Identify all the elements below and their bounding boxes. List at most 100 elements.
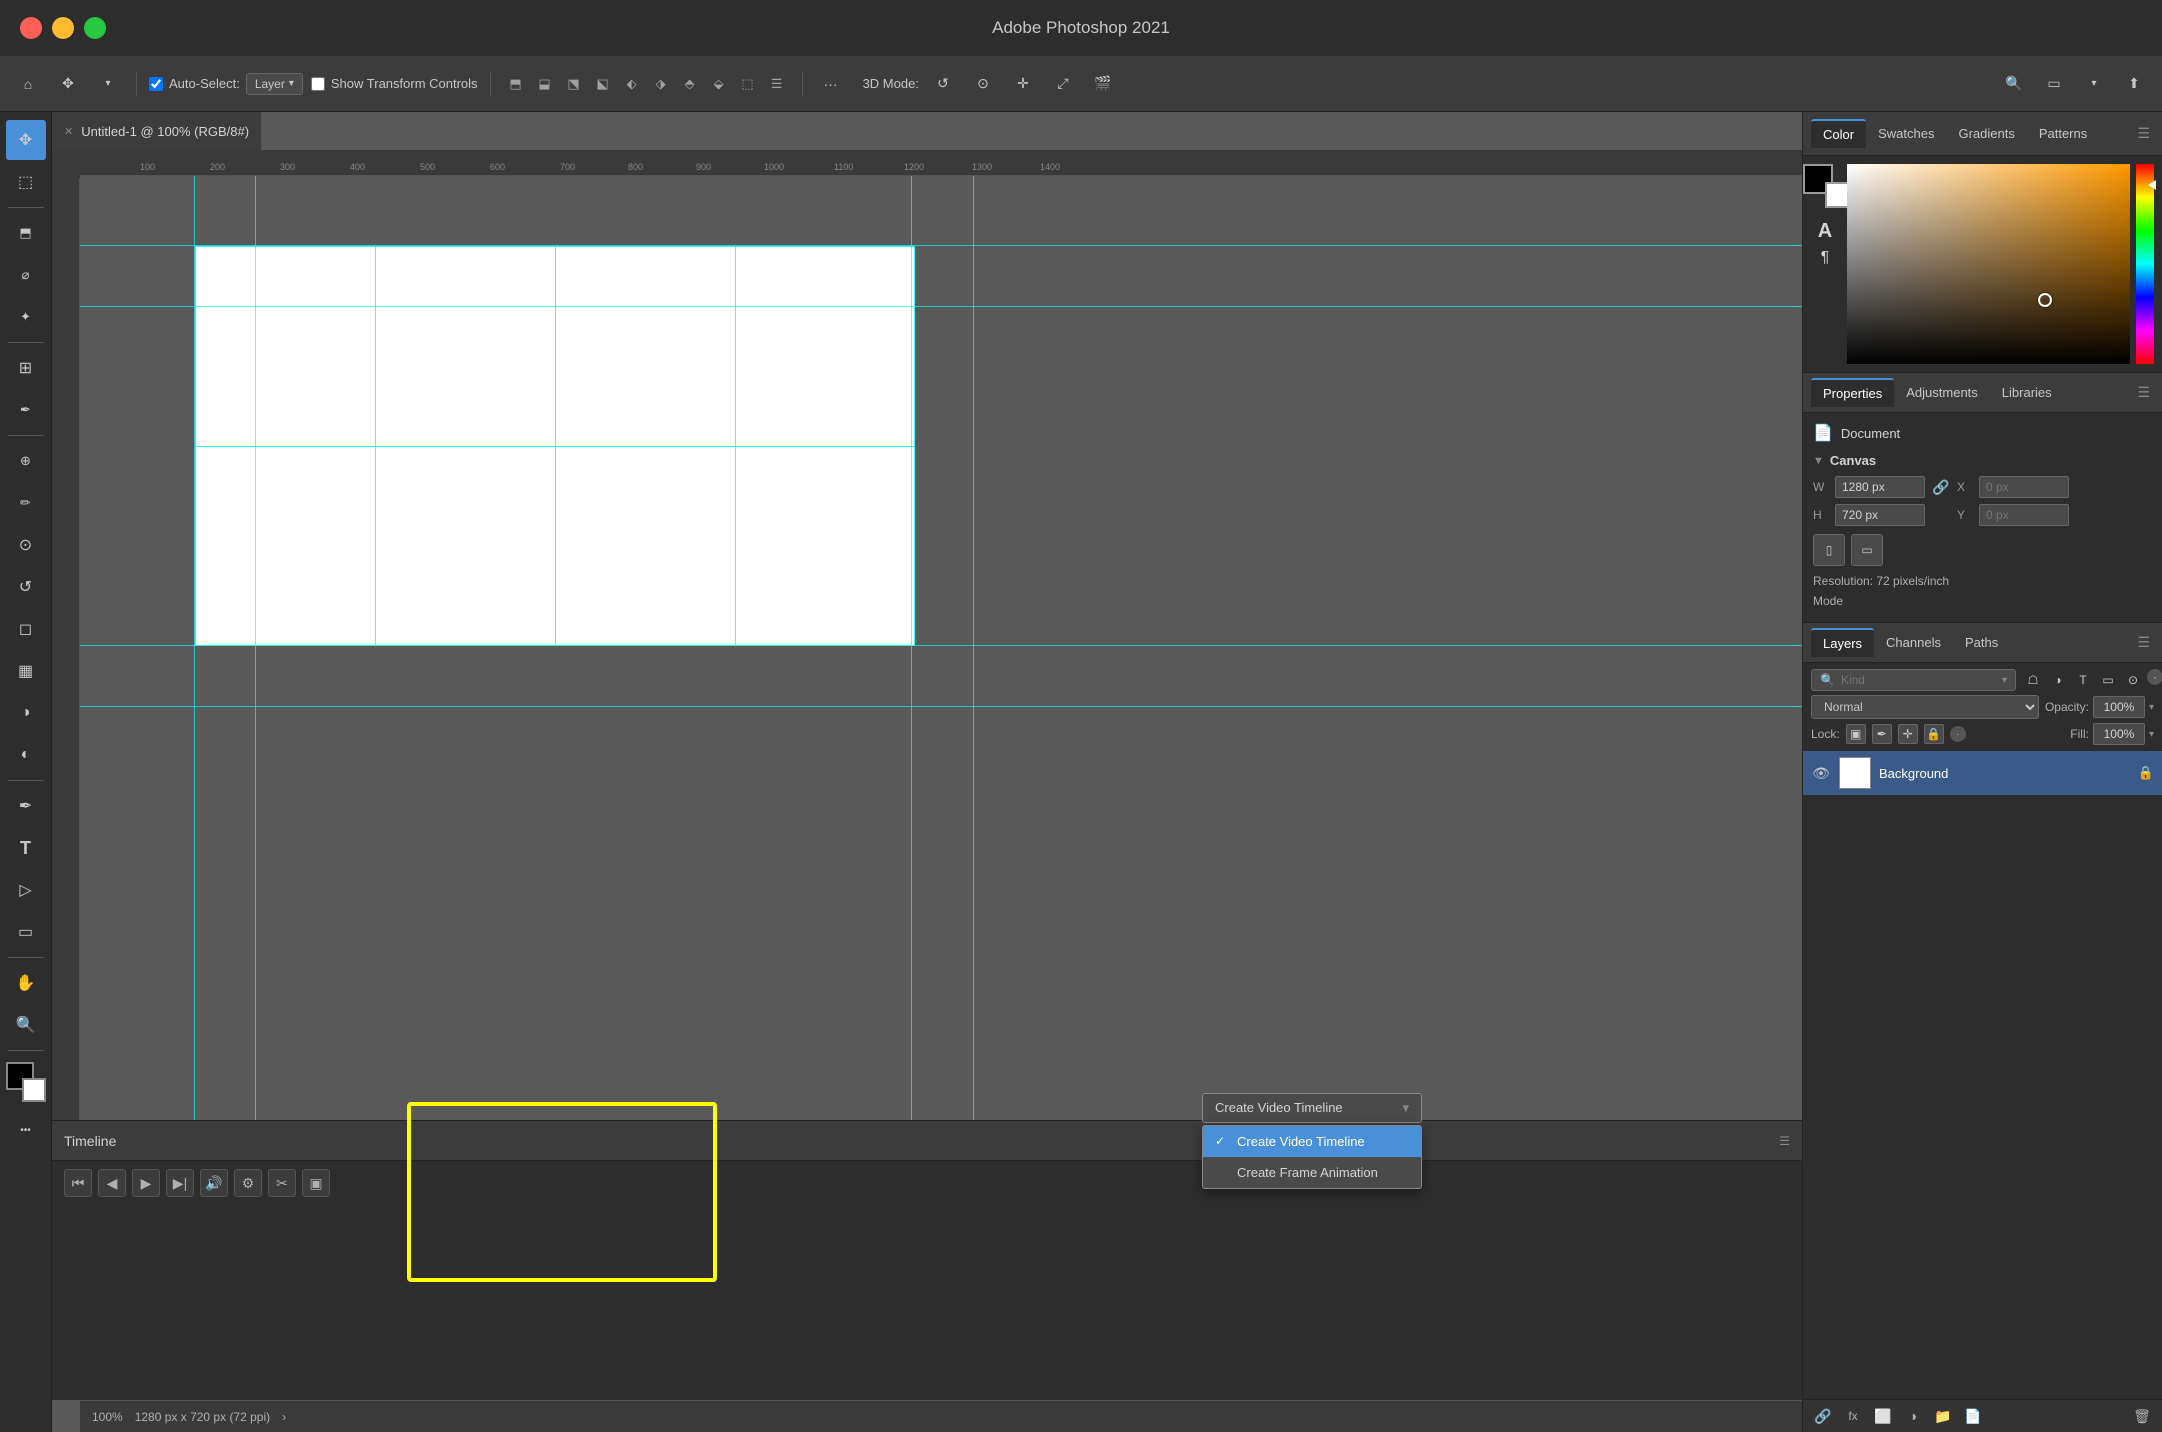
tab-channels[interactable]: Channels — [1874, 629, 1953, 656]
crop-tool[interactable]: ⊞ — [6, 348, 46, 388]
move-tool[interactable]: ✥ — [6, 120, 46, 160]
fill-arrow[interactable]: ▾ — [2149, 729, 2154, 740]
pixel-filter-icon[interactable]: ☖ — [2022, 669, 2044, 691]
create-video-timeline-button[interactable]: Create Video Timeline ▾ — [1202, 1093, 1422, 1123]
tab-adjustments[interactable]: Adjustments — [1894, 379, 1990, 406]
dropdown-chevron-icon[interactable]: ▾ — [1402, 1100, 1409, 1116]
path-select-tool[interactable]: ▷ — [6, 870, 46, 910]
dodge-tool[interactable]: ◐ — [6, 735, 46, 775]
workspace-arrow[interactable]: ▾ — [2078, 68, 2110, 100]
width-input[interactable] — [1835, 476, 1925, 498]
y-input[interactable] — [1979, 504, 2069, 526]
settings-button[interactable]: ⚙ — [234, 1169, 262, 1197]
color-panel-menu[interactable]: ☰ — [2133, 121, 2154, 146]
eyedropper-tool[interactable]: ✒ — [6, 390, 46, 430]
3d-rotate[interactable]: ↺ — [927, 68, 959, 100]
pen-tool[interactable]: ✒ — [6, 786, 46, 826]
align-vertical-centers[interactable]: ⬓ — [532, 71, 558, 97]
distribute-vertical[interactable]: ⬙ — [706, 71, 732, 97]
3d-pan[interactable]: ✛ — [1007, 68, 1039, 100]
distribute-top[interactable]: ⬘ — [677, 71, 703, 97]
align-left-edges[interactable]: ⬕ — [590, 71, 616, 97]
share-button[interactable]: ⬆ — [2118, 68, 2150, 100]
tab-libraries[interactable]: Libraries — [1990, 379, 2064, 406]
zoom-tool[interactable]: 🔍 — [6, 1005, 46, 1045]
minimize-button[interactable] — [52, 17, 74, 39]
play-button[interactable]: ▶ — [132, 1169, 160, 1197]
tab-patterns[interactable]: Patterns — [2027, 120, 2099, 147]
brush-tool[interactable]: ✏ — [6, 483, 46, 523]
foreground-background-colors[interactable] — [4, 1060, 48, 1104]
go-to-next-frame[interactable]: ▶| — [166, 1169, 194, 1197]
tab-properties[interactable]: Properties — [1811, 378, 1894, 407]
more-tools-btn[interactable]: ••• — [6, 1110, 46, 1150]
paragraph-icon[interactable]: ¶ — [1821, 249, 1830, 267]
lock-pixels-icon[interactable]: ▣ — [1846, 724, 1866, 744]
maximize-button[interactable] — [84, 17, 106, 39]
lock-proportions-icon[interactable]: 🔗 — [1931, 477, 1951, 497]
marquee-tool[interactable]: ⬒ — [6, 213, 46, 253]
filter-toggle-icon[interactable]: · — [2147, 669, 2162, 685]
align-top-edges[interactable]: ⬒ — [503, 71, 529, 97]
more-options[interactable]: ··· — [815, 68, 847, 100]
layers-panel-menu[interactable]: ☰ — [2133, 630, 2154, 655]
type-A-icon[interactable]: A — [1818, 220, 1832, 243]
lasso-tool[interactable]: ⌀ — [6, 255, 46, 295]
history-brush-tool[interactable]: ↺ — [6, 567, 46, 607]
gradient-tool[interactable]: ▦ — [6, 651, 46, 691]
home-button[interactable]: ⌂ — [12, 68, 44, 100]
create-frame-animation-option[interactable]: Create Frame Animation — [1203, 1157, 1421, 1188]
show-transform-checkbox[interactable] — [311, 77, 325, 91]
audio-button[interactable]: 🔊 — [200, 1169, 228, 1197]
heal-tool[interactable]: ⊕ — [6, 441, 46, 481]
lock-all-icon[interactable]: 🔒 — [1924, 724, 1944, 744]
adjustment-filter-icon[interactable]: ◑ — [2047, 669, 2069, 691]
opacity-arrow[interactable]: ▾ — [2149, 702, 2154, 713]
align-right-edges[interactable]: ⬗ — [648, 71, 674, 97]
lock-artboard-icon[interactable]: ✛ — [1898, 724, 1918, 744]
doc-tab-close[interactable]: ✕ — [64, 125, 73, 138]
lock-position-icon[interactable]: ✒ — [1872, 724, 1892, 744]
distribute-left[interactable]: ☰ — [764, 71, 790, 97]
tab-layers[interactable]: Layers — [1811, 628, 1874, 657]
hue-slider[interactable] — [2136, 164, 2154, 364]
type-tool[interactable]: T — [6, 828, 46, 868]
adjustments-button[interactable]: ◑ — [1901, 1404, 1925, 1428]
blur-tool[interactable]: ◑ — [6, 693, 46, 733]
tab-paths[interactable]: Paths — [1953, 629, 2010, 656]
new-layer-button[interactable]: 📄 — [1961, 1404, 1985, 1428]
tab-color[interactable]: Color — [1811, 119, 1866, 148]
lock-toggle-icon[interactable]: · — [1950, 726, 1966, 742]
properties-panel-menu[interactable]: ☰ — [2133, 380, 2154, 405]
color-cursor[interactable] — [2038, 293, 2052, 307]
delete-layer-button[interactable]: 🗑 — [2130, 1404, 2154, 1428]
shape-tool[interactable]: ▭ — [6, 912, 46, 952]
fill-input[interactable] — [2093, 723, 2145, 745]
blend-mode-dropdown[interactable]: Normal Dissolve Multiply Screen — [1811, 695, 2039, 719]
x-input[interactable] — [1979, 476, 2069, 498]
background-color[interactable] — [22, 1078, 46, 1102]
close-button[interactable] — [20, 17, 42, 39]
workspace-button[interactable]: ▭ — [2038, 68, 2070, 100]
color-picker[interactable] — [1847, 164, 2154, 364]
add-mask-button[interactable]: ⬜ — [1871, 1404, 1895, 1428]
distribute-bottom[interactable]: ⬚ — [735, 71, 761, 97]
align-bottom-edges[interactable]: ⬔ — [561, 71, 587, 97]
kind-search-input[interactable] — [1841, 673, 1996, 687]
auto-select-checkbox[interactable] — [149, 77, 163, 91]
move-tool-options[interactable]: ✥ — [52, 68, 84, 100]
create-video-timeline-option[interactable]: ✓ Create Video Timeline — [1203, 1126, 1421, 1157]
smart-filter-icon[interactable]: ⊙ — [2122, 669, 2144, 691]
eraser-tool[interactable]: ◻ — [6, 609, 46, 649]
link-layers-button[interactable]: 🔗 — [1811, 1404, 1835, 1428]
color-gradient-box[interactable] — [1847, 164, 2130, 364]
search-button[interactable]: 🔍 — [1998, 68, 2030, 100]
height-input[interactable] — [1835, 504, 1925, 526]
slip-button[interactable]: ▣ — [302, 1169, 330, 1197]
cut-button[interactable]: ✂ — [268, 1169, 296, 1197]
opacity-input[interactable] — [2093, 696, 2145, 718]
group-button[interactable]: 📁 — [1931, 1404, 1955, 1428]
canvas-section-header[interactable]: ▼ Canvas — [1813, 453, 2152, 468]
create-timeline-dropdown[interactable]: Create Video Timeline ▾ ✓ Create Video T… — [1202, 1093, 1422, 1189]
fx-button[interactable]: fx — [1841, 1404, 1865, 1428]
